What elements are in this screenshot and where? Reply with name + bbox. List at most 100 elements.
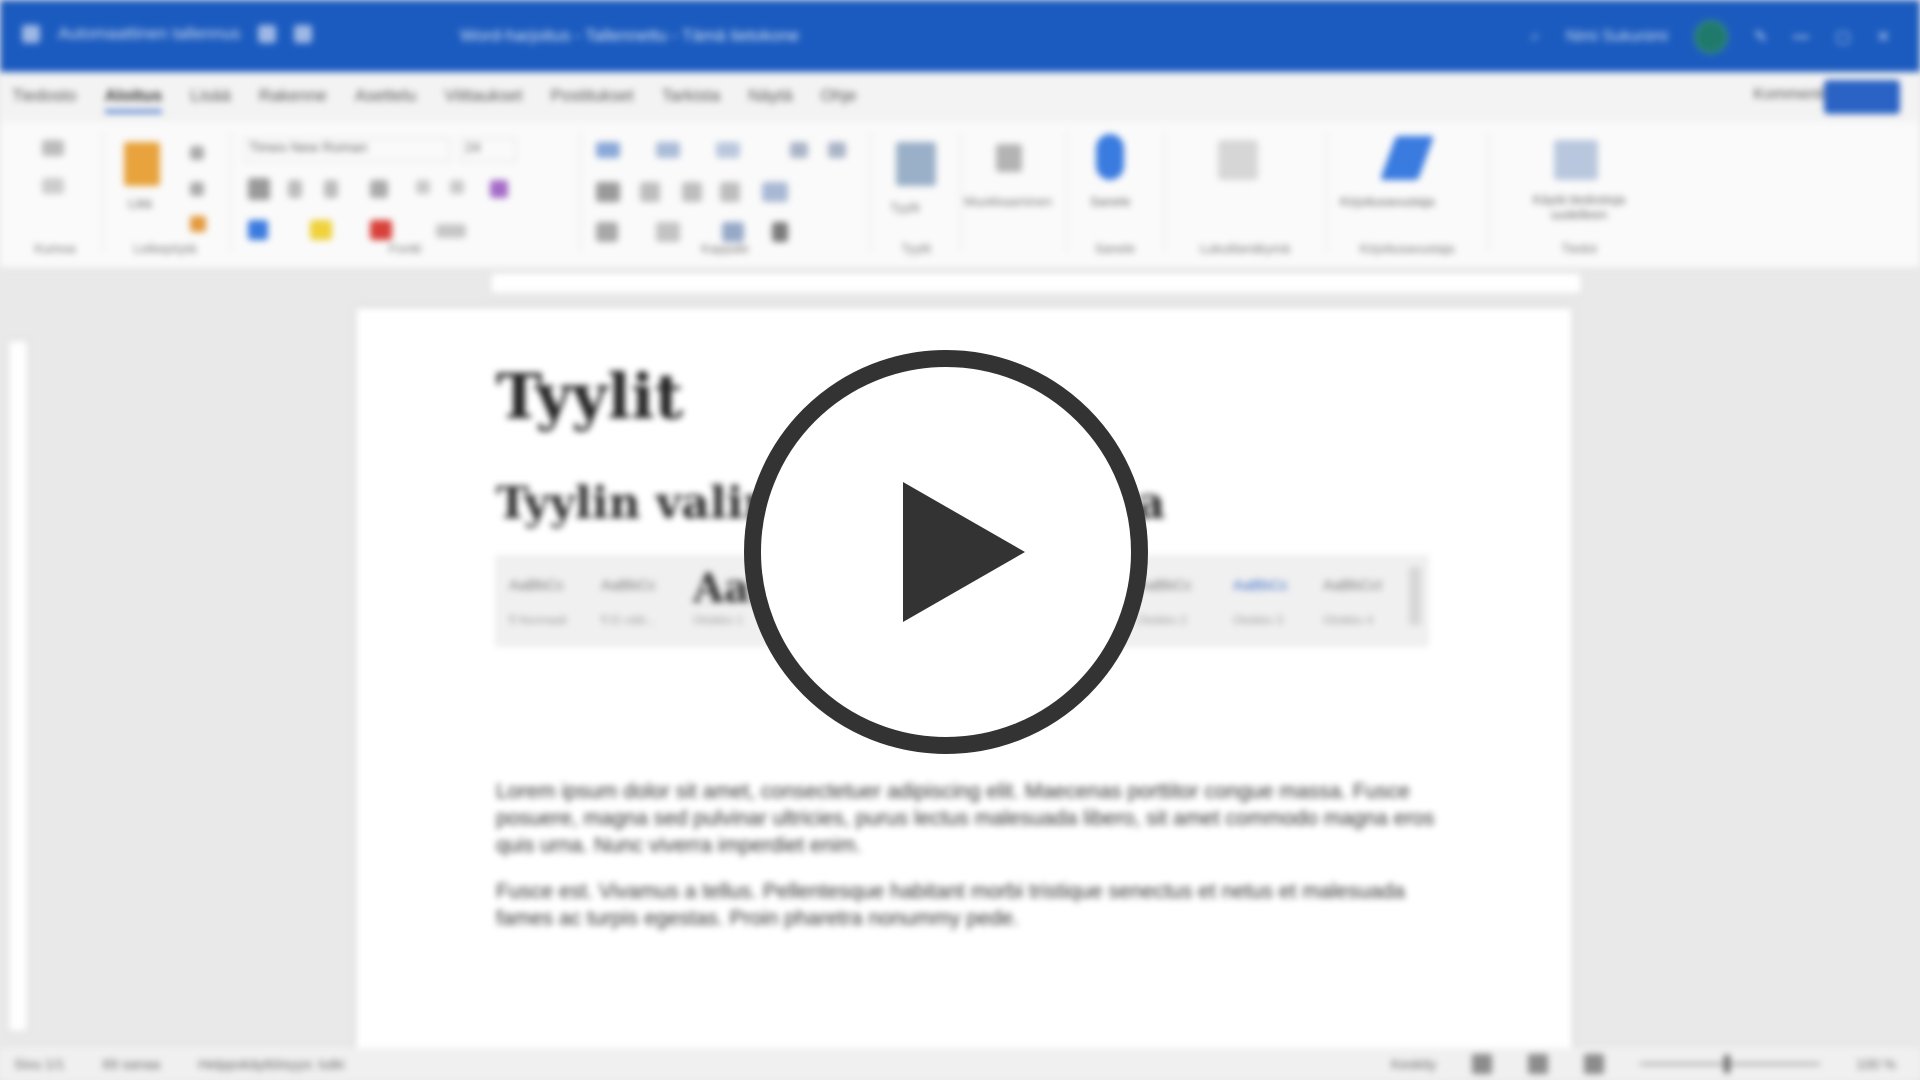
text-effects-icon[interactable] <box>490 180 508 198</box>
tab-file[interactable]: Tiedosto <box>12 86 77 113</box>
group-reuse-files: Käytä tiedostoja uudelleen Tiedot <box>1494 130 1664 256</box>
font-size-select[interactable]: 24 <box>460 138 516 162</box>
group-label: Fontti <box>388 241 422 256</box>
redo-icon[interactable] <box>42 178 64 194</box>
tab-help[interactable]: Ohje <box>821 86 857 113</box>
close-button[interactable]: ✕ <box>1877 27 1890 47</box>
group-styles: Tyylit Tyylit <box>876 130 956 256</box>
group-undo: Kumoa <box>20 130 90 256</box>
avatar[interactable] <box>1694 20 1729 54</box>
cut-icon[interactable] <box>190 146 204 160</box>
group-font: Times New Roman 24 Fontti <box>240 130 570 256</box>
strikethrough-icon[interactable] <box>370 180 388 198</box>
tab-insert[interactable]: Lisää <box>190 86 231 113</box>
tab-review[interactable]: Tarkista <box>662 86 721 113</box>
numbering-icon[interactable] <box>656 142 680 158</box>
tab-design[interactable]: Rakenne <box>259 86 327 113</box>
tab-layout[interactable]: Asettelu <box>355 86 416 113</box>
highlight-icon[interactable] <box>310 220 332 240</box>
bold-icon[interactable] <box>248 178 270 200</box>
word-count[interactable]: 69 sanaa <box>103 1056 161 1072</box>
undo-icon[interactable] <box>294 25 313 43</box>
maximize-button[interactable]: ▢ <box>1835 27 1850 47</box>
style-no-spacing[interactable]: AaBbCc <box>601 577 656 594</box>
read-mode-icon[interactable] <box>1472 1054 1493 1074</box>
increase-indent-icon[interactable] <box>828 142 846 158</box>
play-button[interactable] <box>744 350 1148 754</box>
word-app-icon <box>22 25 40 43</box>
shading-icon[interactable] <box>596 222 618 242</box>
style-heading-2-label: Otsikko 2 <box>1137 613 1188 627</box>
paragraph-2[interactable]: Fusce est. Vivamus a tellus. Pellentesqu… <box>496 878 1436 932</box>
align-center-icon[interactable] <box>640 182 660 202</box>
group-label: Lukutilanäkymä <box>1199 241 1291 256</box>
text-color-blue-icon[interactable] <box>248 220 268 240</box>
pilcrow-icon[interactable] <box>772 222 788 242</box>
ribbon: Kumoa Liitä Leikepöytä Times New Roman 2… <box>0 122 1920 269</box>
style-heading-1-label: Otsikko 1 <box>693 613 744 627</box>
line-spacing-icon[interactable] <box>762 182 788 202</box>
divider <box>230 132 231 252</box>
multilevel-list-icon[interactable] <box>716 142 740 158</box>
font-name-select[interactable]: Times New Roman <box>244 138 450 162</box>
justify-icon[interactable] <box>720 182 740 202</box>
search-icon[interactable]: ⌕ <box>1531 28 1540 46</box>
font-color-icon[interactable] <box>370 220 392 240</box>
user-name[interactable]: Nimi Sukunimi <box>1566 28 1668 46</box>
editing-button-label[interactable]: Muokkaaminen <box>964 194 1052 209</box>
gallery-scrollbar[interactable] <box>1409 567 1421 625</box>
comments-button[interactable]: Kommentit <box>1754 86 1830 104</box>
print-layout-icon[interactable] <box>1528 1054 1549 1074</box>
zoom-thumb[interactable] <box>1724 1055 1731 1073</box>
reuse-files-icon[interactable] <box>1554 140 1598 180</box>
superscript-icon[interactable] <box>450 180 464 194</box>
underline-icon[interactable] <box>324 180 338 198</box>
copy-icon[interactable] <box>190 182 204 196</box>
sort-icon[interactable] <box>722 222 744 242</box>
align-left-icon[interactable] <box>596 182 620 202</box>
accessibility-status[interactable]: Helppokäyttöisyys: tutki <box>198 1056 344 1072</box>
share-button[interactable] <box>1824 80 1900 114</box>
tab-references[interactable]: Viittaukset <box>444 86 522 113</box>
borders-icon[interactable] <box>656 222 680 242</box>
styles-icon[interactable] <box>896 142 936 186</box>
style-normal[interactable]: AaBbCc <box>509 577 564 594</box>
horizontal-ruler[interactable] <box>490 272 1582 294</box>
tab-mailings[interactable]: Postitukset <box>550 86 633 113</box>
save-icon[interactable] <box>258 25 277 43</box>
subscript-icon[interactable] <box>416 180 430 194</box>
decrease-indent-icon[interactable] <box>790 142 808 158</box>
undo-icon[interactable] <box>42 140 64 156</box>
pen-icon[interactable]: ✎ <box>1754 27 1767 47</box>
bullets-icon[interactable] <box>596 142 620 158</box>
paragraph-1[interactable]: Lorem ipsum dolor sit amet, consectetuer… <box>496 778 1436 859</box>
style-no-spacing-label: ¶ Ei välii... <box>601 613 656 627</box>
minimize-button[interactable] <box>1793 36 1810 38</box>
change-case-icon[interactable] <box>436 224 466 238</box>
find-icon[interactable] <box>996 144 1022 172</box>
reader-icon[interactable] <box>1218 140 1258 180</box>
align-right-icon[interactable] <box>682 182 702 202</box>
format-painter-icon[interactable] <box>190 216 206 232</box>
web-layout-icon[interactable] <box>1584 1054 1605 1074</box>
tab-home[interactable]: Aloitus <box>104 86 163 113</box>
title-bar: Automaattinen tallennus Word-harjoitus -… <box>0 0 1920 72</box>
style-heading-3[interactable]: AaBbCc <box>1233 577 1288 594</box>
tab-view[interactable]: Näytä <box>748 86 792 113</box>
italic-icon[interactable] <box>288 180 302 198</box>
microphone-icon[interactable] <box>1096 134 1124 180</box>
focus-button[interactable]: Keskity <box>1391 1056 1436 1072</box>
style-heading-4[interactable]: AaBbCcI <box>1323 577 1382 594</box>
group-paragraph: Kappale <box>590 130 860 256</box>
paste-icon[interactable] <box>124 142 160 186</box>
group-editor: Kirjoitusavustaja Kirjoitusavustaja <box>1332 130 1482 256</box>
editor-pen-icon[interactable] <box>1379 136 1435 180</box>
style-heading-3-label: Otsikko 3 <box>1233 613 1284 627</box>
page-count[interactable]: Sivu 1/1 <box>14 1056 65 1072</box>
autosave-label[interactable]: Automaattinen tallennus <box>58 24 240 44</box>
play-triangle <box>903 482 1025 622</box>
doc-title[interactable]: Tyylit <box>496 360 683 433</box>
vertical-ruler[interactable] <box>8 340 28 1032</box>
zoom-level[interactable]: 100 % <box>1856 1056 1896 1072</box>
zoom-slider[interactable] <box>1640 1055 1821 1073</box>
